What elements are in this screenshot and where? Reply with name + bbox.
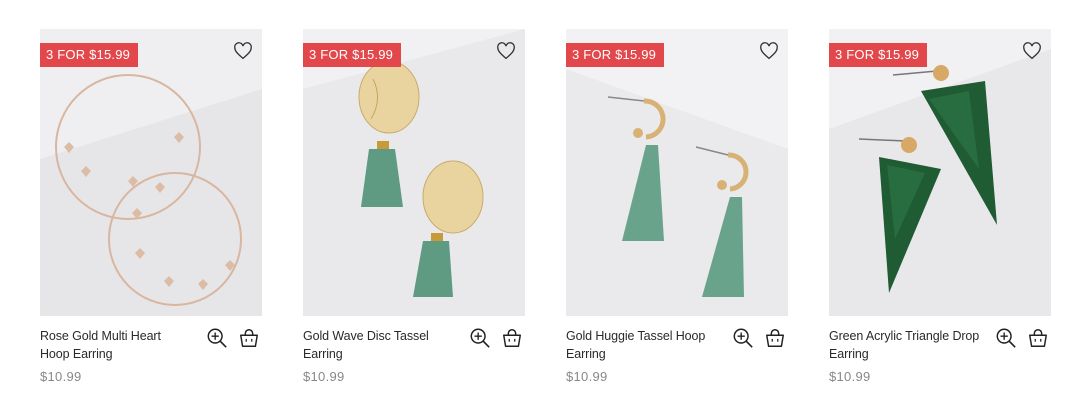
gold-disc-tassel-earrings-image: [303, 29, 525, 316]
zoom-in-icon[interactable]: [206, 327, 228, 349]
zoom-in-icon[interactable]: [732, 327, 754, 349]
zoom-in-icon[interactable]: [469, 327, 491, 349]
product-name[interactable]: Gold Wave Disc Tassel Earring: [303, 327, 455, 363]
product-card[interactable]: 3 FOR $15.99 Rose Gold Multi Heart Hoop …: [40, 29, 262, 397]
shopping-bag-icon[interactable]: [764, 327, 786, 349]
product-price: $10.99: [40, 369, 82, 384]
product-card[interactable]: 3 FOR $15.99 Green Acrylic Triangle Drop…: [829, 29, 1051, 397]
shopping-bag-icon[interactable]: [501, 327, 523, 349]
product-price: $10.99: [303, 369, 345, 384]
product-image[interactable]: 3 FOR $15.99: [303, 29, 525, 316]
heart-outline-icon[interactable]: [759, 42, 779, 60]
rose-gold-hoop-earrings-image: [40, 29, 262, 316]
promo-badge: 3 FOR $15.99: [303, 43, 402, 67]
green-acrylic-triangle-earrings-image: [829, 29, 1051, 316]
product-image[interactable]: 3 FOR $15.99: [40, 29, 262, 316]
gold-huggie-tassel-earrings-image: [566, 29, 788, 316]
product-card[interactable]: 3 FOR $15.99 Gold Wave Disc Tassel Earri…: [303, 29, 525, 397]
shopping-bag-icon[interactable]: [1027, 327, 1049, 349]
product-image[interactable]: 3 FOR $15.99: [829, 29, 1051, 316]
product-grid: 3 FOR $15.99 Rose Gold Multi Heart Hoop …: [40, 29, 1051, 397]
zoom-in-icon[interactable]: [995, 327, 1017, 349]
product-price: $10.99: [566, 369, 608, 384]
product-price: $10.99: [829, 369, 871, 384]
promo-badge: 3 FOR $15.99: [829, 43, 928, 67]
product-name[interactable]: Rose Gold Multi Heart Hoop Earring: [40, 327, 192, 363]
product-name[interactable]: Green Acrylic Triangle Drop Earring: [829, 327, 981, 363]
product-name[interactable]: Gold Huggie Tassel Hoop Earring: [566, 327, 718, 363]
product-card[interactable]: 3 FOR $15.99 Gold Huggie Tassel Hoop Ear…: [566, 29, 788, 397]
heart-outline-icon[interactable]: [496, 42, 516, 60]
promo-badge: 3 FOR $15.99: [566, 43, 665, 67]
product-image[interactable]: 3 FOR $15.99: [566, 29, 788, 316]
heart-outline-icon[interactable]: [233, 42, 253, 60]
shopping-bag-icon[interactable]: [238, 327, 260, 349]
promo-badge: 3 FOR $15.99: [40, 43, 139, 67]
heart-outline-icon[interactable]: [1022, 42, 1042, 60]
